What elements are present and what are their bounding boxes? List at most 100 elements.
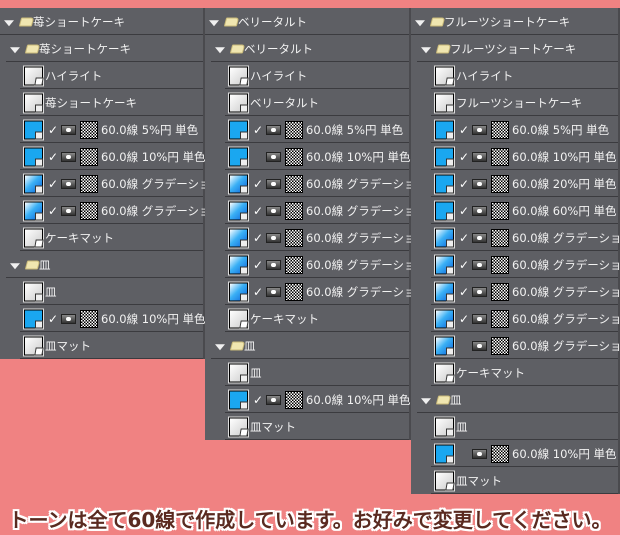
tone-layer-row[interactable]: ✓ 60.0線 グラデーション xyxy=(411,305,620,332)
tone-layer-row[interactable]: ✓ 60.0線 60%円 単色 xyxy=(411,197,618,224)
layer-mask-icon[interactable] xyxy=(266,205,281,216)
layer-mask-icon[interactable] xyxy=(61,151,76,162)
tone-layer-row[interactable]: ✓ 60.0線 グラデーション xyxy=(205,278,427,305)
layer-mask-icon[interactable] xyxy=(472,259,487,270)
folder-row[interactable]: 皿 xyxy=(411,386,618,413)
layer-row[interactable]: 苺ショートケーキ xyxy=(0,89,203,116)
layer-row[interactable]: ハイライト xyxy=(0,62,203,89)
tone-layer-row[interactable]: ✓ 60.0線 グラデーション xyxy=(205,170,427,197)
tone-layer-row[interactable]: ✓ 60.0線 グラデーション xyxy=(0,197,222,224)
visibility-check-icon[interactable]: ✓ xyxy=(459,204,469,218)
visibility-check-icon[interactable]: ✓ xyxy=(253,258,263,272)
visibility-check-icon[interactable]: ✓ xyxy=(48,123,58,137)
visibility-check-icon[interactable]: ✓ xyxy=(48,177,58,191)
layer-mask-icon[interactable] xyxy=(61,124,76,135)
expand-arrow-icon[interactable] xyxy=(215,343,225,350)
tone-layer-row[interactable]: ✓ 60.0線 グラデーション xyxy=(411,278,620,305)
layer-row[interactable]: 皿マット xyxy=(411,467,618,494)
expand-arrow-icon[interactable] xyxy=(421,46,431,53)
visibility-check-icon[interactable]: ✓ xyxy=(253,393,263,407)
tone-layer-row[interactable]: ✓ 60.0線 グラデーション xyxy=(0,170,222,197)
visibility-check-icon[interactable]: ✓ xyxy=(48,150,58,164)
folder-row[interactable]: 苺ショートケーキ xyxy=(0,8,203,35)
tone-layer-row[interactable]: ✓ 60.0線 グラデーション xyxy=(411,251,620,278)
tone-layer-row[interactable]: 60.0線 10%円 単色 xyxy=(205,143,410,170)
tone-layer-row[interactable]: ✓ 60.0線 グラデーション xyxy=(205,224,427,251)
visibility-check-icon[interactable]: ✓ xyxy=(459,312,469,326)
tone-layer-row[interactable]: ✓ 60.0線 5%円 単色 xyxy=(411,116,618,143)
layer-mask-icon[interactable] xyxy=(266,394,281,405)
layer-row[interactable]: ケーキマット xyxy=(411,359,618,386)
tone-layer-row[interactable]: ✓ 60.0線 10%円 単色 xyxy=(411,143,618,170)
layer-mask-icon[interactable] xyxy=(472,178,487,189)
visibility-check-icon[interactable]: ✓ xyxy=(459,123,469,137)
layer-mask-icon[interactable] xyxy=(266,151,281,162)
folder-row[interactable]: フルーツショートケーキ xyxy=(411,35,618,62)
layer-mask-icon[interactable] xyxy=(266,286,281,297)
visibility-check-icon[interactable]: ✓ xyxy=(459,150,469,164)
tone-layer-row[interactable]: ✓ 60.0線 グラデーション xyxy=(205,197,427,224)
expand-arrow-icon[interactable] xyxy=(421,397,431,404)
visibility-check-icon[interactable]: ✓ xyxy=(48,204,58,218)
layer-mask-icon[interactable] xyxy=(61,313,76,324)
tone-layer-row[interactable]: ✓ 60.0線 5%円 単色 xyxy=(0,116,203,143)
visibility-check-icon[interactable]: ✓ xyxy=(253,123,263,137)
folder-row[interactable]: 皿 xyxy=(0,251,203,278)
visibility-check-icon[interactable]: ✓ xyxy=(459,285,469,299)
tone-layer-row[interactable]: ✓ 60.0線 10%円 単色 xyxy=(0,143,205,170)
visibility-check-icon[interactable]: ✓ xyxy=(459,177,469,191)
layer-mask-icon[interactable] xyxy=(472,205,487,216)
layer-mask-icon[interactable] xyxy=(61,205,76,216)
layer-mask-icon[interactable] xyxy=(472,232,487,243)
tone-layer-row[interactable]: ✓ 60.0線 10%円 単色 xyxy=(0,305,205,332)
layer-row[interactable]: ケーキマット xyxy=(205,305,409,332)
layer-mask-icon[interactable] xyxy=(472,286,487,297)
layer-mask-icon[interactable] xyxy=(472,124,487,135)
expand-arrow-icon[interactable] xyxy=(10,46,20,53)
layer-type-badge-icon xyxy=(35,158,43,166)
tone-layer-row[interactable]: 60.0線 グラデーション xyxy=(411,332,620,359)
layer-mask-icon[interactable] xyxy=(266,232,281,243)
layer-row[interactable]: 皿 xyxy=(411,413,618,440)
layer-mask-icon[interactable] xyxy=(266,259,281,270)
layer-row[interactable]: ハイライト xyxy=(205,62,409,89)
folder-row[interactable]: 皿 xyxy=(205,332,409,359)
layer-row[interactable]: 皿マット xyxy=(0,332,203,359)
layer-row[interactable]: ベリータルト xyxy=(205,89,409,116)
folder-row[interactable]: ベリータルト xyxy=(205,8,409,35)
layer-row[interactable]: 皿マット xyxy=(205,413,409,440)
layer-row[interactable]: 皿 xyxy=(0,278,203,305)
visibility-check-icon[interactable]: ✓ xyxy=(253,177,263,191)
layer-row[interactable]: 皿 xyxy=(205,359,409,386)
layer-mask-icon[interactable] xyxy=(266,124,281,135)
expand-arrow-icon[interactable] xyxy=(4,19,14,26)
visibility-check-icon[interactable]: ✓ xyxy=(253,231,263,245)
layer-row[interactable]: ケーキマット xyxy=(0,224,203,251)
visibility-check-icon[interactable]: ✓ xyxy=(253,285,263,299)
visibility-check-icon[interactable]: ✓ xyxy=(459,231,469,245)
folder-row[interactable]: ベリータルト xyxy=(205,35,409,62)
layer-mask-icon[interactable] xyxy=(472,151,487,162)
expand-arrow-icon[interactable] xyxy=(10,262,20,269)
visibility-check-icon[interactable]: ✓ xyxy=(48,312,58,326)
layer-mask-icon[interactable] xyxy=(266,178,281,189)
tone-layer-row[interactable]: ✓ 60.0線 5%円 単色 xyxy=(205,116,409,143)
layer-mask-icon[interactable] xyxy=(472,313,487,324)
layer-mask-icon[interactable] xyxy=(472,340,487,351)
tone-layer-row[interactable]: ✓ 60.0線 グラデーション xyxy=(205,251,427,278)
tone-layer-row[interactable]: ✓ 60.0線 10%円 単色 xyxy=(205,386,410,413)
tone-layer-row[interactable]: ✓ 60.0線 グラデーション xyxy=(411,224,620,251)
tone-layer-row[interactable]: ✓ 60.0線 20%円 単色 xyxy=(411,170,618,197)
expand-arrow-icon[interactable] xyxy=(215,46,225,53)
visibility-check-icon[interactable]: ✓ xyxy=(253,204,263,218)
folder-row[interactable]: 苺ショートケーキ xyxy=(0,35,203,62)
folder-row[interactable]: フルーツショートケーキ xyxy=(411,8,618,35)
visibility-check-icon[interactable]: ✓ xyxy=(459,258,469,272)
layer-row[interactable]: ハイライト xyxy=(411,62,618,89)
layer-mask-icon[interactable] xyxy=(472,448,487,459)
expand-arrow-icon[interactable] xyxy=(209,19,219,26)
layer-row[interactable]: フルーツショートケーキ xyxy=(411,89,618,116)
expand-arrow-icon[interactable] xyxy=(415,19,425,26)
tone-layer-row[interactable]: 60.0線 10%円 単色 xyxy=(411,440,618,467)
layer-mask-icon[interactable] xyxy=(61,178,76,189)
